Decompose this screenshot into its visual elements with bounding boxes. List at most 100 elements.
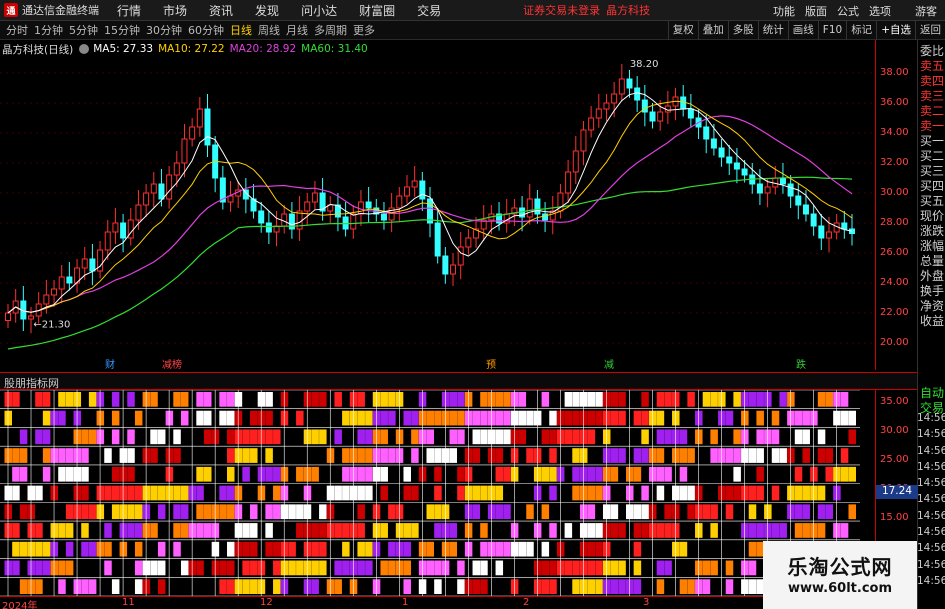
indicator-cell <box>587 523 596 538</box>
indicator-cell <box>134 579 143 594</box>
indicator-cell <box>273 541 281 557</box>
indicator-cell <box>19 466 28 482</box>
indicator-cell <box>526 504 534 520</box>
indicator-cell <box>227 448 235 463</box>
indicator-cell <box>564 392 573 407</box>
menu-ask[interactable]: 问小达 <box>301 2 337 19</box>
settings-circle-icon[interactable] <box>79 44 90 54</box>
indicator-cell <box>104 560 112 576</box>
period-daily[interactable]: 日线 <box>230 22 252 38</box>
indicator-cell <box>403 466 411 482</box>
period-15min[interactable]: 15分钟 <box>104 22 140 38</box>
period-toolbar: 分时 1分钟 5分钟 15分钟 30分钟 60分钟 日线 周线 月线 多周期 更… <box>0 21 945 40</box>
indicator-cell <box>180 523 189 538</box>
quote-label: 卖一 <box>920 119 945 133</box>
auto-trade-label[interactable]: 自动 <box>920 386 944 401</box>
tool-f10[interactable]: F10 <box>817 21 846 40</box>
indicator-cell <box>196 504 204 520</box>
candle-body <box>618 78 625 95</box>
indicator-cell <box>219 410 227 426</box>
tool-back[interactable]: 返回 <box>915 21 945 40</box>
indicator-cell <box>771 410 780 426</box>
indicator-cell <box>472 410 481 426</box>
period-5min[interactable]: 5分钟 <box>69 22 98 38</box>
period-60min[interactable]: 60分钟 <box>188 22 224 38</box>
tool-draw[interactable]: 画线 <box>787 21 818 40</box>
indicator-cell <box>587 429 596 445</box>
indicator-cell <box>526 448 534 463</box>
candle-body <box>150 183 157 194</box>
quote-label: 卖二 <box>920 104 945 118</box>
indicator-cell <box>449 541 458 557</box>
indicator-cell <box>549 579 557 594</box>
ma20-value: MA20: 28.92 <box>229 43 297 55</box>
indicator-cell <box>342 485 350 501</box>
indicator-cell <box>403 560 411 576</box>
indicator-cell <box>541 466 550 482</box>
candle-body <box>181 138 188 164</box>
time-label: 2 <box>523 597 530 608</box>
indicator-cell <box>664 466 672 482</box>
indicator-cell <box>157 560 166 576</box>
indicator-cell <box>357 392 365 407</box>
candle-body <box>764 186 771 194</box>
tick-time: 14:56 <box>917 460 945 473</box>
indicator-cell <box>242 429 250 445</box>
tool-multi[interactable]: 多股 <box>727 21 758 40</box>
menu-wealth[interactable]: 财富圈 <box>359 2 395 19</box>
menu-quotes[interactable]: 行情 <box>117 2 141 19</box>
menu-function[interactable]: 功能 <box>773 3 795 19</box>
indicator-cell <box>319 392 327 407</box>
indicator-chart[interactable] <box>0 390 875 596</box>
indicator-cell <box>794 504 803 520</box>
menu-discover[interactable]: 发现 <box>255 2 279 19</box>
tool-mark[interactable]: 标记 <box>846 21 876 40</box>
indicator-cell <box>203 504 212 520</box>
ma5-value: MA5: 27.33 <box>93 43 154 55</box>
period-multi[interactable]: 多周期 <box>314 22 347 38</box>
indicator-cell <box>449 429 458 445</box>
tool-add-watchlist[interactable]: +自选 <box>876 21 915 40</box>
indicator-cell <box>564 429 573 445</box>
indicator-cell <box>12 523 20 538</box>
indicator-cell <box>794 523 803 538</box>
indicator-cell <box>771 523 780 538</box>
menu-trade[interactable]: 交易 <box>417 2 441 19</box>
indicator-cell <box>219 485 227 501</box>
candle-body <box>457 246 464 266</box>
menu-options[interactable]: 选项 <box>869 3 891 19</box>
period-30min[interactable]: 30分钟 <box>146 22 182 38</box>
user-guest[interactable]: 游客 <box>915 3 937 19</box>
tool-stats[interactable]: 统计 <box>757 21 788 40</box>
tool-restore[interactable]: 复权 <box>667 21 698 40</box>
period-monthly[interactable]: 月线 <box>286 22 308 38</box>
menu-market[interactable]: 市场 <box>163 2 187 19</box>
indicator-cell <box>242 448 250 463</box>
indicator-cell <box>19 448 28 463</box>
indicator-cell <box>457 410 465 426</box>
indicator-cell <box>111 410 120 426</box>
period-weekly[interactable]: 周线 <box>258 22 280 38</box>
indicator-cell <box>127 429 135 445</box>
period-tick[interactable]: 分时 <box>6 22 28 38</box>
indicator-cell <box>710 523 718 538</box>
period-more[interactable]: 更多 <box>353 22 375 38</box>
indicator-cell <box>150 448 158 463</box>
period-1min[interactable]: 1分钟 <box>34 22 63 38</box>
indicator-cell <box>65 523 74 538</box>
menu-news[interactable]: 资讯 <box>209 2 233 19</box>
indicator-cell <box>710 504 718 520</box>
indicator-cell <box>595 392 603 407</box>
tool-overlay[interactable]: 叠加 <box>697 21 728 40</box>
indicator-cell <box>65 392 74 407</box>
login-notice: 证券交易未登录 <box>523 4 601 17</box>
indicator-cell <box>357 448 365 463</box>
indicator-cell <box>756 429 764 445</box>
title-right-menu: 功能 版面 公式 选项 游客 <box>763 0 945 21</box>
kline-chart[interactable]: 38.20 ←21.30 财 减榜 预 减 跌 <box>0 40 875 372</box>
menu-layout[interactable]: 版面 <box>805 3 827 19</box>
candle-body <box>588 117 595 131</box>
menu-formula[interactable]: 公式 <box>837 3 859 19</box>
candle-body <box>595 108 602 119</box>
candle-body <box>311 192 318 203</box>
